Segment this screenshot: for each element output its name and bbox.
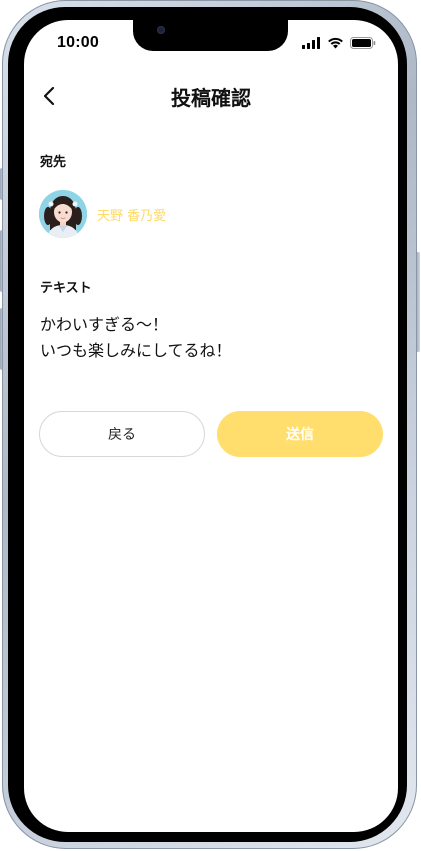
text-label: テキスト	[40, 281, 92, 296]
send-button[interactable]: 送信	[217, 411, 383, 457]
message-text: かわいすぎる〜！ いつも楽しみにしてるね！	[40, 312, 232, 364]
device-mockup: 10:00 投稿確認 宛先 天野 香乃愛 テキスト かわいすぎる〜！ いつも楽し…	[0, 0, 421, 851]
message-line: かわいすぎる〜！	[40, 315, 169, 334]
navigation-header: 投稿確認	[24, 78, 398, 114]
avatar	[39, 190, 87, 238]
recipient-item: 天野 香乃愛	[39, 190, 166, 238]
screen: 10:00 投稿確認 宛先 天野 香乃愛 テキスト かわいすぎる〜！ いつも楽し…	[24, 20, 398, 832]
back-button[interactable]: 戻る	[39, 411, 205, 457]
status-time: 10:00	[57, 34, 99, 51]
notch	[133, 20, 288, 51]
wifi-icon	[328, 37, 343, 49]
front-camera-icon	[157, 26, 165, 34]
battery-icon	[350, 37, 376, 49]
recipient-label: 宛先	[40, 155, 67, 170]
cellular-signal-icon	[302, 37, 320, 49]
recipient-name: 天野 香乃愛	[97, 208, 167, 224]
message-line: いつも楽しみにしてるね！	[40, 341, 232, 360]
status-icons	[302, 37, 376, 49]
page-title: 投稿確認	[171, 86, 251, 110]
avatar-portrait-icon	[39, 190, 87, 238]
